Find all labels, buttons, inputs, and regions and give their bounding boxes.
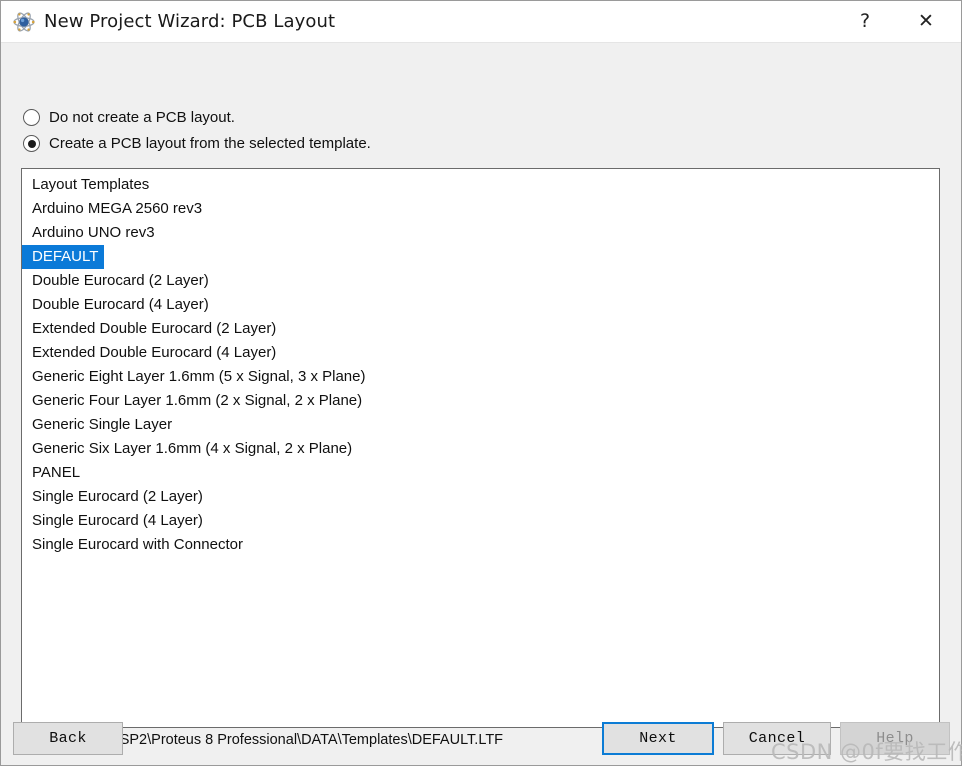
list-item[interactable]: Generic Single Layer bbox=[22, 413, 172, 437]
list-item[interactable]: Arduino MEGA 2560 rev3 bbox=[22, 197, 202, 221]
atom-icon bbox=[13, 11, 35, 33]
radio-label-no-pcb-layout: Do not create a PCB layout. bbox=[49, 109, 235, 126]
list-item[interactable]: Single Eurocard (4 Layer) bbox=[22, 509, 203, 533]
window-title: New Project Wizard: PCB Layout bbox=[44, 11, 336, 32]
next-button[interactable]: Next bbox=[602, 722, 714, 755]
list-item[interactable]: Single Eurocard with Connector bbox=[22, 533, 243, 557]
titlebar-close-button[interactable]: ✕ bbox=[903, 1, 949, 41]
list-item[interactable]: Arduino UNO rev3 bbox=[22, 221, 155, 245]
list-item[interactable]: Double Eurocard (4 Layer) bbox=[22, 293, 209, 317]
list-item[interactable]: Generic Six Layer 1.6mm (4 x Signal, 2 x… bbox=[22, 437, 352, 461]
dialog-footer: Back Next Cancel Help bbox=[1, 715, 961, 765]
close-icon: ✕ bbox=[918, 9, 934, 32]
titlebar-help-button[interactable]: ? bbox=[842, 1, 888, 41]
new-project-wizard-dialog: New Project Wizard: PCB Layout ? ✕ Do no… bbox=[0, 0, 962, 766]
radio-indicator-no-pcb-layout[interactable] bbox=[23, 109, 40, 126]
list-item[interactable]: Generic Four Layer 1.6mm (2 x Signal, 2 … bbox=[22, 389, 362, 413]
radio-option-no-pcb-layout[interactable]: Do not create a PCB layout. bbox=[23, 109, 235, 126]
title-bar: New Project Wizard: PCB Layout ? ✕ bbox=[1, 1, 961, 43]
back-button[interactable]: Back bbox=[13, 722, 123, 755]
list-item[interactable]: DEFAULT bbox=[22, 245, 105, 269]
radio-indicator-from-template[interactable] bbox=[23, 135, 40, 152]
list-item[interactable]: Single Eurocard (2 Layer) bbox=[22, 485, 203, 509]
list-item[interactable]: Extended Double Eurocard (2 Layer) bbox=[22, 317, 276, 341]
template-listbox[interactable]: Layout Templates Arduino MEGA 2560 rev3 Ar… bbox=[21, 168, 940, 728]
cancel-button[interactable]: Cancel bbox=[723, 722, 831, 755]
list-item[interactable]: Double Eurocard (2 Layer) bbox=[22, 269, 209, 293]
radio-option-from-template[interactable]: Create a PCB layout from the selected te… bbox=[23, 135, 371, 152]
list-item[interactable]: Extended Double Eurocard (4 Layer) bbox=[22, 341, 276, 365]
question-mark-icon: ? bbox=[859, 9, 871, 32]
list-item[interactable]: Layout Templates bbox=[22, 173, 149, 197]
radio-label-from-template: Create a PCB layout from the selected te… bbox=[49, 135, 371, 152]
list-item[interactable]: PANEL bbox=[22, 461, 80, 485]
help-button: Help bbox=[840, 722, 950, 755]
dialog-body: Do not create a PCB layout. Create a PCB… bbox=[1, 43, 961, 748]
list-item[interactable]: Generic Eight Layer 1.6mm (5 x Signal, 3… bbox=[22, 365, 366, 389]
